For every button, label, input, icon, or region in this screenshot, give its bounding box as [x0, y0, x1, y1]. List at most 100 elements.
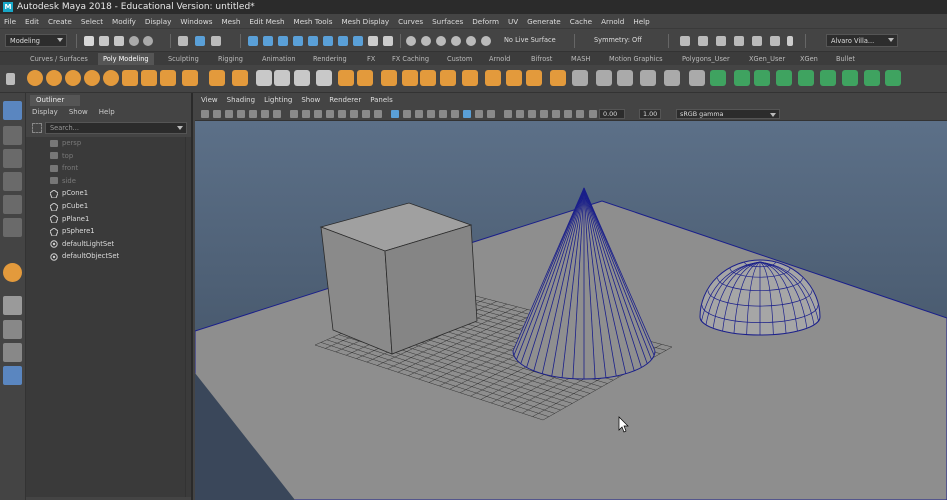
- poly-quad-draw-icon[interactable]: [550, 70, 566, 86]
- menu-help[interactable]: Help: [633, 17, 649, 26]
- viewport-tool-3-icon[interactable]: [225, 110, 233, 118]
- viewport-tool-13-icon[interactable]: [350, 110, 358, 118]
- poly-uv-editor-icon[interactable]: [640, 70, 656, 86]
- live-surface-label[interactable]: No Live Surface: [500, 34, 570, 47]
- perspective-viewport[interactable]: [195, 121, 947, 500]
- outliner-item-defaultlightset[interactable]: defaultLightSet: [50, 238, 114, 250]
- poly-target-weld-icon[interactable]: [506, 70, 522, 86]
- symmetry-dropdown[interactable]: Symmetry: Off: [590, 34, 652, 47]
- menu-curves[interactable]: Curves: [398, 17, 423, 26]
- menu-deform[interactable]: Deform: [472, 17, 499, 26]
- poly-automatic-uv-icon[interactable]: [689, 70, 705, 86]
- render-frame-icon[interactable]: [451, 36, 461, 46]
- viewport-tool-30-icon[interactable]: [564, 110, 572, 118]
- render-settings-icon[interactable]: [481, 36, 491, 46]
- color-space-dropdown[interactable]: sRGB gamma: [676, 109, 780, 119]
- exposure-field[interactable]: 0.00: [599, 109, 625, 119]
- poly-bridge-2-icon[interactable]: [596, 70, 612, 86]
- shelf-tab-fx-caching[interactable]: FX Caching: [392, 53, 429, 65]
- snap-together-icon[interactable]: [353, 36, 363, 46]
- poly-boolean-icon[interactable]: [316, 70, 332, 86]
- shelf-tab-xgen-user[interactable]: XGen_User: [749, 53, 785, 65]
- hypershade-icon[interactable]: [716, 36, 726, 46]
- snap-point-icon[interactable]: [278, 36, 288, 46]
- save-scene-icon[interactable]: [114, 36, 124, 46]
- viewport-tool-24-icon[interactable]: [487, 110, 495, 118]
- select-hierarchy-icon[interactable]: [178, 36, 188, 46]
- shelf-tab-custom[interactable]: Custom: [447, 53, 472, 65]
- select-component-icon[interactable]: [211, 36, 221, 46]
- outliner-item-psphere1[interactable]: pSphere1: [49, 225, 95, 237]
- viewport-tool-4-icon[interactable]: [237, 110, 245, 118]
- poly-append-icon[interactable]: [440, 70, 456, 86]
- lock-icon[interactable]: [368, 36, 378, 46]
- open-scene-icon[interactable]: [99, 36, 109, 46]
- viewport-tool-1-icon[interactable]: [201, 110, 209, 118]
- poly-platonic-icon[interactable]: [160, 70, 176, 86]
- outliner-layout-icon[interactable]: [3, 366, 22, 385]
- attribute-editor-icon[interactable]: [734, 36, 744, 46]
- persp-outliner-layout-icon[interactable]: [3, 343, 22, 362]
- menu-edit-mesh[interactable]: Edit Mesh: [249, 17, 284, 26]
- outliner-item-side[interactable]: side: [50, 175, 76, 187]
- outliner-search-input[interactable]: Search...: [45, 122, 187, 134]
- poly-planar-uv-icon[interactable]: [664, 70, 680, 86]
- poly-extrude-icon[interactable]: [357, 70, 373, 86]
- construction-history-icon[interactable]: [436, 36, 446, 46]
- menu-display[interactable]: Display: [145, 17, 172, 26]
- shelf-options-icon[interactable]: [6, 73, 15, 85]
- poly-disc-icon[interactable]: [141, 70, 157, 86]
- poly-fill-hole-icon[interactable]: [420, 70, 436, 86]
- menu-select[interactable]: Select: [81, 17, 103, 26]
- viewport-tool-21-icon[interactable]: [451, 110, 459, 118]
- viewport-menu-view[interactable]: View: [201, 96, 218, 107]
- undo-icon[interactable]: [129, 36, 139, 46]
- poly-sculpt-icon[interactable]: [572, 70, 588, 86]
- poly-combine-icon[interactable]: [256, 70, 272, 86]
- outliner-item-pcone1[interactable]: pCone1: [49, 187, 88, 199]
- menu-file[interactable]: File: [4, 17, 16, 26]
- poly-quadrangulate-icon[interactable]: [754, 70, 770, 86]
- shelf-tab-polygons-user[interactable]: Polygons_User: [682, 53, 730, 65]
- viewport-tool-32-icon[interactable]: [589, 110, 597, 118]
- viewport-tool-31-icon[interactable]: [576, 110, 584, 118]
- menuset-dropdown[interactable]: Modeling: [5, 34, 67, 47]
- poly-connect-icon[interactable]: [526, 70, 542, 86]
- redo-icon[interactable]: [143, 36, 153, 46]
- viewport-tool-6-icon[interactable]: [261, 110, 269, 118]
- shelf-tab-mash[interactable]: MASH: [571, 53, 590, 65]
- poly-bridge-edge-icon[interactable]: [462, 70, 478, 86]
- viewport-menu-lighting[interactable]: Lighting: [264, 96, 292, 107]
- shelf-tab-xgen[interactable]: XGen: [800, 53, 818, 65]
- ipr-render-icon[interactable]: [466, 36, 476, 46]
- poly-smooth-proxy-icon[interactable]: [710, 70, 726, 86]
- menu-surfaces[interactable]: Surfaces: [432, 17, 463, 26]
- new-scene-icon[interactable]: [84, 36, 94, 46]
- shelf-tab-bullet[interactable]: Bullet: [836, 53, 855, 65]
- viewport-tool-23-icon[interactable]: [475, 110, 483, 118]
- poly-plane-icon[interactable]: [122, 70, 138, 86]
- viewport-tool-29-icon[interactable]: [552, 110, 560, 118]
- menu-mesh[interactable]: Mesh: [221, 17, 240, 26]
- outliner-item-top[interactable]: top: [50, 150, 73, 162]
- viewport-tool-14-icon[interactable]: [362, 110, 370, 118]
- snap-view-plane-icon[interactable]: [308, 36, 318, 46]
- poly-separate-icon[interactable]: [274, 70, 290, 86]
- last-tool-icon[interactable]: [3, 263, 22, 282]
- viewport-tool-11-icon[interactable]: [326, 110, 334, 118]
- shelf-tab-curves-surfaces[interactable]: Curves / Surfaces: [30, 53, 88, 65]
- sidebar-toggle-icon[interactable]: [680, 36, 690, 46]
- poly-triangulate-icon[interactable]: [734, 70, 750, 86]
- outliner-item-defaultobjectset[interactable]: defaultObjectSet: [50, 250, 119, 262]
- poly-sphere-icon[interactable]: [27, 70, 43, 86]
- poly-torus-icon[interactable]: [103, 70, 119, 86]
- poly-snap-icon[interactable]: [864, 70, 880, 86]
- viewport-tool-20-icon[interactable]: [439, 110, 447, 118]
- menu-mesh-display[interactable]: Mesh Display: [341, 17, 389, 26]
- menu-cache[interactable]: Cache: [570, 17, 592, 26]
- four-view-layout-icon[interactable]: [3, 320, 22, 339]
- viewport-tool-15-icon[interactable]: [374, 110, 382, 118]
- poly-bevel-icon[interactable]: [402, 70, 418, 86]
- output-ops-icon[interactable]: [421, 36, 431, 46]
- outliner-tab[interactable]: Outliner: [30, 95, 80, 106]
